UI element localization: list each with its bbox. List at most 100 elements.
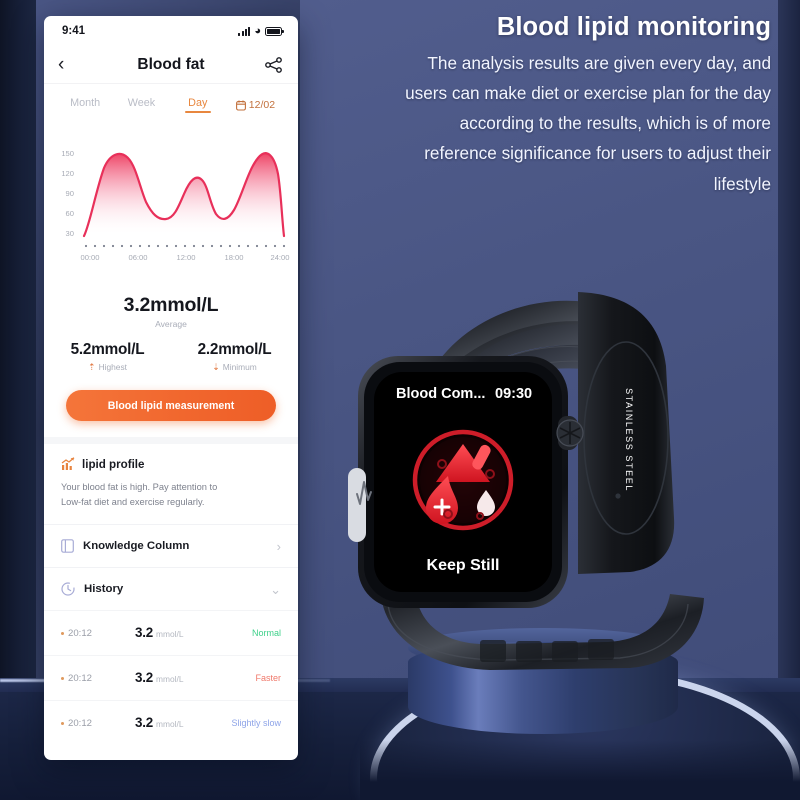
book-icon	[61, 539, 74, 553]
row-history[interactable]: History ⌄	[44, 567, 298, 610]
bullet-dot-icon	[61, 631, 64, 635]
minimum-label: Minimum	[222, 362, 257, 372]
lipid-profile-header: lipid profile	[61, 457, 281, 471]
average-value: 3.2mmol/L	[123, 294, 219, 316]
history-status: Slightly slow	[231, 718, 281, 729]
xtick-12: 12:00	[176, 253, 195, 262]
history-time: 20:12	[68, 627, 93, 639]
battery-icon	[265, 26, 284, 36]
lipid-profile-text: Your blood fat is high. Pay attention to…	[61, 480, 281, 510]
phone-app-screenshot: 9:41 ◕ ‹ Blood fat Month Week Day 12/02 …	[44, 16, 298, 760]
signal-bars-icon	[238, 26, 251, 36]
history-status: Normal	[251, 628, 281, 639]
minimum-block: 2.2mmol/L ⇣ Minimum	[171, 341, 298, 372]
status-bar: 9:41 ◕	[44, 16, 298, 46]
xtick-0: 00:00	[80, 253, 99, 262]
minimum-value: 2.2mmol/L	[197, 341, 272, 358]
row-history-label: History	[84, 583, 124, 596]
row-knowledge-column-label: Knowledge Column	[83, 540, 190, 553]
status-time: 9:41	[62, 25, 86, 37]
ytick-30: 30	[66, 229, 74, 238]
lipid-profile-section: lipid profile Your blood fat is high. Pa…	[44, 444, 298, 524]
marketing-line-1: The analysis results are given every day…	[427, 52, 771, 73]
history-value: 3.2	[135, 670, 154, 686]
clock-history-icon	[61, 582, 75, 596]
chevron-down-icon: ⌄	[270, 581, 281, 597]
cta-container: Blood lipid measurement	[44, 378, 298, 437]
ytick-90: 90	[66, 189, 74, 198]
history-value-cell: 3.2 mmol/L	[135, 669, 211, 687]
watch-clasp: STAINLESS STEEL	[578, 292, 675, 574]
highest-label-row: ⇡ Highest	[44, 362, 171, 372]
chart-svg: 150 120 90 60 30 00:00 06:00 12:00 18:00…	[61, 149, 289, 262]
lipid-profile-line-2: Low-fat diet and exercise regularly.	[61, 497, 205, 508]
date-label: 12/02	[248, 99, 276, 111]
history-time-cell: 20:12	[61, 628, 135, 639]
history-time: 20:12	[68, 717, 93, 729]
measurement-readouts: 3.2mmol/L Average 5.2mmol/L ⇡ Highest 2.…	[44, 286, 298, 378]
watch-screen-footer: Keep Still	[427, 557, 500, 574]
ytick-120: 120	[61, 169, 74, 178]
history-time: 20:12	[68, 672, 93, 684]
page-title: Blood lipid monitoring	[496, 13, 771, 41]
history-time-cell: 20:12	[61, 673, 135, 684]
period-tabs: Month Week Day 12/02	[44, 84, 298, 126]
arrow-down-icon: ⇣	[212, 361, 220, 372]
tab-month[interactable]: Month	[57, 97, 113, 113]
watch-screen: Blood Com... 09:30 Keep Still	[374, 372, 552, 592]
smartwatch-product-image: STAINLESS STEEL Blood Com... 09:30 Keep …	[330, 268, 750, 688]
xtick-24: 24:00	[270, 253, 289, 262]
wifi-icon: ◕	[254, 24, 261, 37]
xtick-18: 18:00	[224, 253, 243, 262]
xtick-6: 06:00	[128, 253, 147, 262]
blood-fat-chart: 150 120 90 60 30 00:00 06:00 12:00 18:00…	[44, 126, 298, 286]
blood-drop-test-tube-icon	[407, 424, 519, 536]
chart-dotted-axis	[84, 244, 286, 248]
arrow-up-icon: ⇡	[88, 361, 96, 372]
marketing-copy: Blood lipid monitoring The analysis resu…	[310, 12, 775, 206]
status-icons: ◕	[238, 24, 284, 37]
history-row[interactable]: 20:12 3.2 mmol/L Slightly slow	[44, 700, 298, 745]
ytick-150: 150	[61, 149, 74, 158]
marketing-line-2: users can make diet or exercise plan for…	[405, 83, 771, 104]
background-right-edge	[778, 0, 800, 740]
watch-screen-time: 09:30	[495, 386, 532, 402]
history-value-cell: 3.2 mmol/L	[135, 624, 211, 642]
average-label: Average	[155, 319, 187, 329]
history-value: 3.2	[135, 715, 154, 731]
back-button[interactable]: ‹	[58, 55, 80, 74]
min-max-row: 5.2mmol/L ⇡ Highest 2.2mmol/L ⇣ Minimum	[44, 341, 298, 372]
history-status: Faster	[255, 673, 281, 684]
marketing-line-5: lifestyle	[713, 173, 771, 194]
history-value: 3.2	[135, 625, 154, 641]
chevron-right-icon: ›	[276, 538, 281, 554]
share-icon[interactable]	[264, 56, 284, 73]
date-picker[interactable]: 12/02	[226, 99, 285, 111]
history-row[interactable]: 20:12 3.2 mmol/L Normal	[44, 610, 298, 655]
marketing-line-4: reference significance for users to adju…	[424, 143, 771, 164]
row-knowledge-column[interactable]: Knowledge Column ›	[44, 524, 298, 567]
bar-chart-trend-icon	[61, 457, 75, 470]
blood-lipid-measurement-button[interactable]: Blood lipid measurement	[66, 390, 276, 421]
lipid-profile-line-1: Your blood fat is high. Pay attention to	[61, 482, 218, 492]
watch-screen-title: Blood Com...	[396, 386, 485, 402]
lipid-profile-title: lipid profile	[82, 457, 145, 471]
calendar-icon	[235, 100, 246, 111]
podium-ring-mask	[360, 740, 800, 800]
bullet-dot-icon	[61, 721, 64, 725]
history-unit: mmol/L	[156, 629, 184, 640]
history-unit: mmol/L	[156, 719, 184, 730]
marketing-line-3: according to the results, which is of mo…	[459, 113, 771, 134]
history-value-cell: 3.2 mmol/L	[135, 714, 211, 732]
minimum-label-row: ⇣ Minimum	[171, 362, 298, 372]
ytick-60: 60	[66, 209, 74, 218]
tab-day[interactable]: Day	[170, 97, 226, 113]
tab-week[interactable]: Week	[113, 97, 169, 113]
bullet-dot-icon	[61, 676, 64, 680]
history-time-cell: 20:12	[61, 718, 135, 729]
highest-value: 5.2mmol/L	[70, 341, 145, 358]
history-unit: mmol/L	[156, 674, 184, 685]
section-divider	[44, 437, 298, 444]
clasp-engraving-text: STAINLESS STEEL	[624, 388, 634, 492]
history-row[interactable]: 20:12 3.2 mmol/L Faster	[44, 655, 298, 700]
